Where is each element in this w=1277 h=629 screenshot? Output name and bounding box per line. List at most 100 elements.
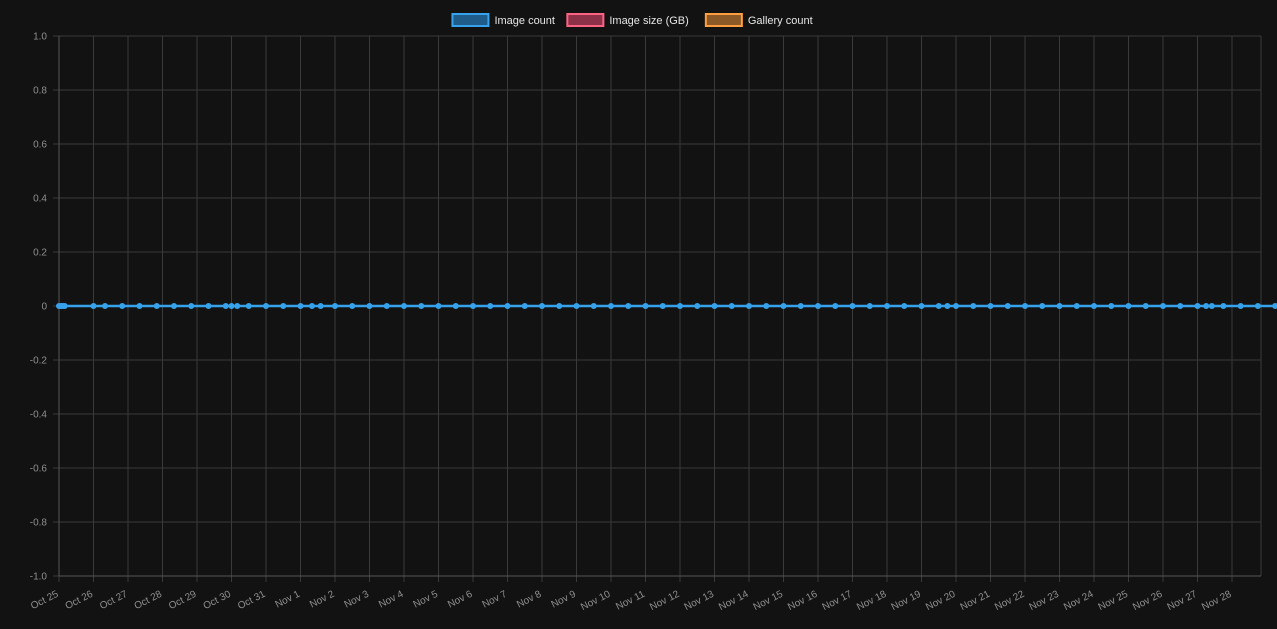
x-tick-label: Nov 7 bbox=[481, 589, 510, 611]
legend-label: Gallery count bbox=[748, 15, 813, 27]
data-point[interactable] bbox=[401, 303, 407, 309]
data-point[interactable] bbox=[153, 303, 160, 309]
data-point[interactable] bbox=[815, 303, 821, 309]
x-tick-label: Nov 25 bbox=[1097, 589, 1131, 613]
x-tick-label: Nov 26 bbox=[1131, 589, 1165, 613]
data-point[interactable] bbox=[677, 303, 683, 309]
x-tick-label: Nov 1 bbox=[274, 589, 303, 611]
data-point[interactable] bbox=[102, 303, 108, 309]
data-point[interactable] bbox=[953, 303, 959, 309]
x-tick-label: Nov 24 bbox=[1062, 589, 1096, 613]
x-tick-label: Nov 6 bbox=[446, 589, 475, 611]
data-point[interactable] bbox=[1125, 303, 1132, 309]
data-point[interactable] bbox=[1056, 303, 1063, 309]
data-point[interactable] bbox=[1004, 303, 1011, 309]
data-point[interactable] bbox=[573, 303, 580, 309]
data-point[interactable] bbox=[418, 303, 425, 309]
data-point[interactable] bbox=[1220, 303, 1227, 309]
data-point[interactable] bbox=[136, 303, 143, 309]
data-point[interactable] bbox=[1091, 303, 1097, 309]
data-point[interactable] bbox=[642, 303, 649, 309]
data-point[interactable] bbox=[780, 303, 787, 309]
data-point[interactable] bbox=[944, 303, 951, 309]
data-point[interactable] bbox=[521, 303, 528, 309]
x-tick-label: Nov 17 bbox=[821, 589, 855, 613]
data-point[interactable] bbox=[222, 303, 229, 309]
data-point[interactable] bbox=[763, 303, 770, 309]
data-point[interactable] bbox=[711, 303, 718, 309]
data-point[interactable] bbox=[970, 303, 977, 309]
data-point[interactable] bbox=[332, 303, 338, 309]
data-point[interactable] bbox=[659, 303, 666, 309]
data-point[interactable] bbox=[590, 303, 597, 309]
data-point[interactable] bbox=[487, 303, 494, 309]
data-point[interactable] bbox=[866, 303, 873, 309]
data-point[interactable] bbox=[539, 303, 545, 309]
data-point[interactable] bbox=[987, 303, 994, 309]
data-point[interactable] bbox=[797, 303, 804, 309]
data-point[interactable] bbox=[435, 303, 442, 309]
data-point[interactable] bbox=[317, 303, 324, 309]
x-tick-label: Nov 15 bbox=[752, 589, 786, 613]
data-point[interactable] bbox=[1022, 303, 1028, 309]
data-point[interactable] bbox=[1203, 303, 1210, 309]
legend-item[interactable]: Gallery count bbox=[704, 13, 813, 27]
data-point[interactable] bbox=[884, 303, 890, 309]
x-tick-label: Oct 28 bbox=[133, 589, 165, 612]
data-point[interactable] bbox=[901, 303, 908, 309]
data-point[interactable] bbox=[832, 303, 839, 309]
data-point[interactable] bbox=[849, 303, 856, 309]
data-point[interactable] bbox=[694, 303, 701, 309]
data-point[interactable] bbox=[234, 303, 241, 309]
data-point[interactable] bbox=[1177, 303, 1184, 309]
y-tick-label: -0.6 bbox=[30, 464, 48, 475]
data-point[interactable] bbox=[263, 303, 269, 309]
y-tick-label: 0.6 bbox=[33, 140, 47, 151]
data-point[interactable] bbox=[556, 303, 563, 309]
y-tick-label: 0 bbox=[41, 302, 47, 313]
data-point[interactable] bbox=[205, 303, 212, 309]
legend-swatch bbox=[451, 13, 490, 27]
data-point[interactable] bbox=[452, 303, 459, 309]
data-point[interactable] bbox=[746, 303, 752, 309]
data-point[interactable] bbox=[119, 303, 126, 309]
legend-item[interactable]: Image count bbox=[451, 13, 555, 27]
data-point[interactable] bbox=[383, 303, 390, 309]
data-point[interactable] bbox=[918, 303, 925, 309]
data-point[interactable] bbox=[728, 303, 735, 309]
data-point[interactable] bbox=[61, 303, 68, 309]
data-point[interactable] bbox=[504, 303, 511, 309]
data-point[interactable] bbox=[349, 303, 356, 309]
legend-item[interactable]: Image size (GB) bbox=[566, 13, 689, 27]
data-point[interactable] bbox=[1254, 303, 1261, 309]
data-point[interactable] bbox=[366, 303, 373, 309]
x-tick-label: Nov 3 bbox=[343, 589, 372, 611]
x-tick-label: Nov 27 bbox=[1166, 589, 1200, 613]
data-point[interactable] bbox=[228, 303, 235, 309]
data-point[interactable] bbox=[90, 303, 97, 309]
data-point[interactable] bbox=[1142, 303, 1149, 309]
data-point[interactable] bbox=[1194, 303, 1201, 309]
data-point[interactable] bbox=[935, 303, 942, 309]
x-tick-label: Oct 27 bbox=[98, 589, 130, 612]
data-point[interactable] bbox=[470, 303, 476, 309]
data-point[interactable] bbox=[245, 303, 252, 309]
data-point[interactable] bbox=[171, 303, 177, 309]
data-point[interactable] bbox=[1208, 303, 1215, 309]
x-tick-label: Oct 29 bbox=[167, 589, 199, 612]
data-point[interactable] bbox=[1108, 303, 1115, 309]
data-point[interactable] bbox=[608, 303, 614, 309]
data-point[interactable] bbox=[625, 303, 632, 309]
data-point[interactable] bbox=[309, 303, 315, 309]
legend[interactable]: Image count Image size (GB) Gallery count bbox=[451, 13, 813, 27]
data-point[interactable] bbox=[1272, 303, 1277, 309]
data-point[interactable] bbox=[1237, 303, 1244, 309]
data-point[interactable] bbox=[188, 303, 195, 309]
data-point[interactable] bbox=[1160, 303, 1166, 309]
data-point[interactable] bbox=[1073, 303, 1080, 309]
data-point[interactable] bbox=[1039, 303, 1046, 309]
x-tick-label: Nov 16 bbox=[786, 589, 820, 613]
x-tick-label: Nov 22 bbox=[993, 589, 1027, 613]
data-point[interactable] bbox=[280, 303, 287, 309]
data-point[interactable] bbox=[297, 303, 304, 309]
